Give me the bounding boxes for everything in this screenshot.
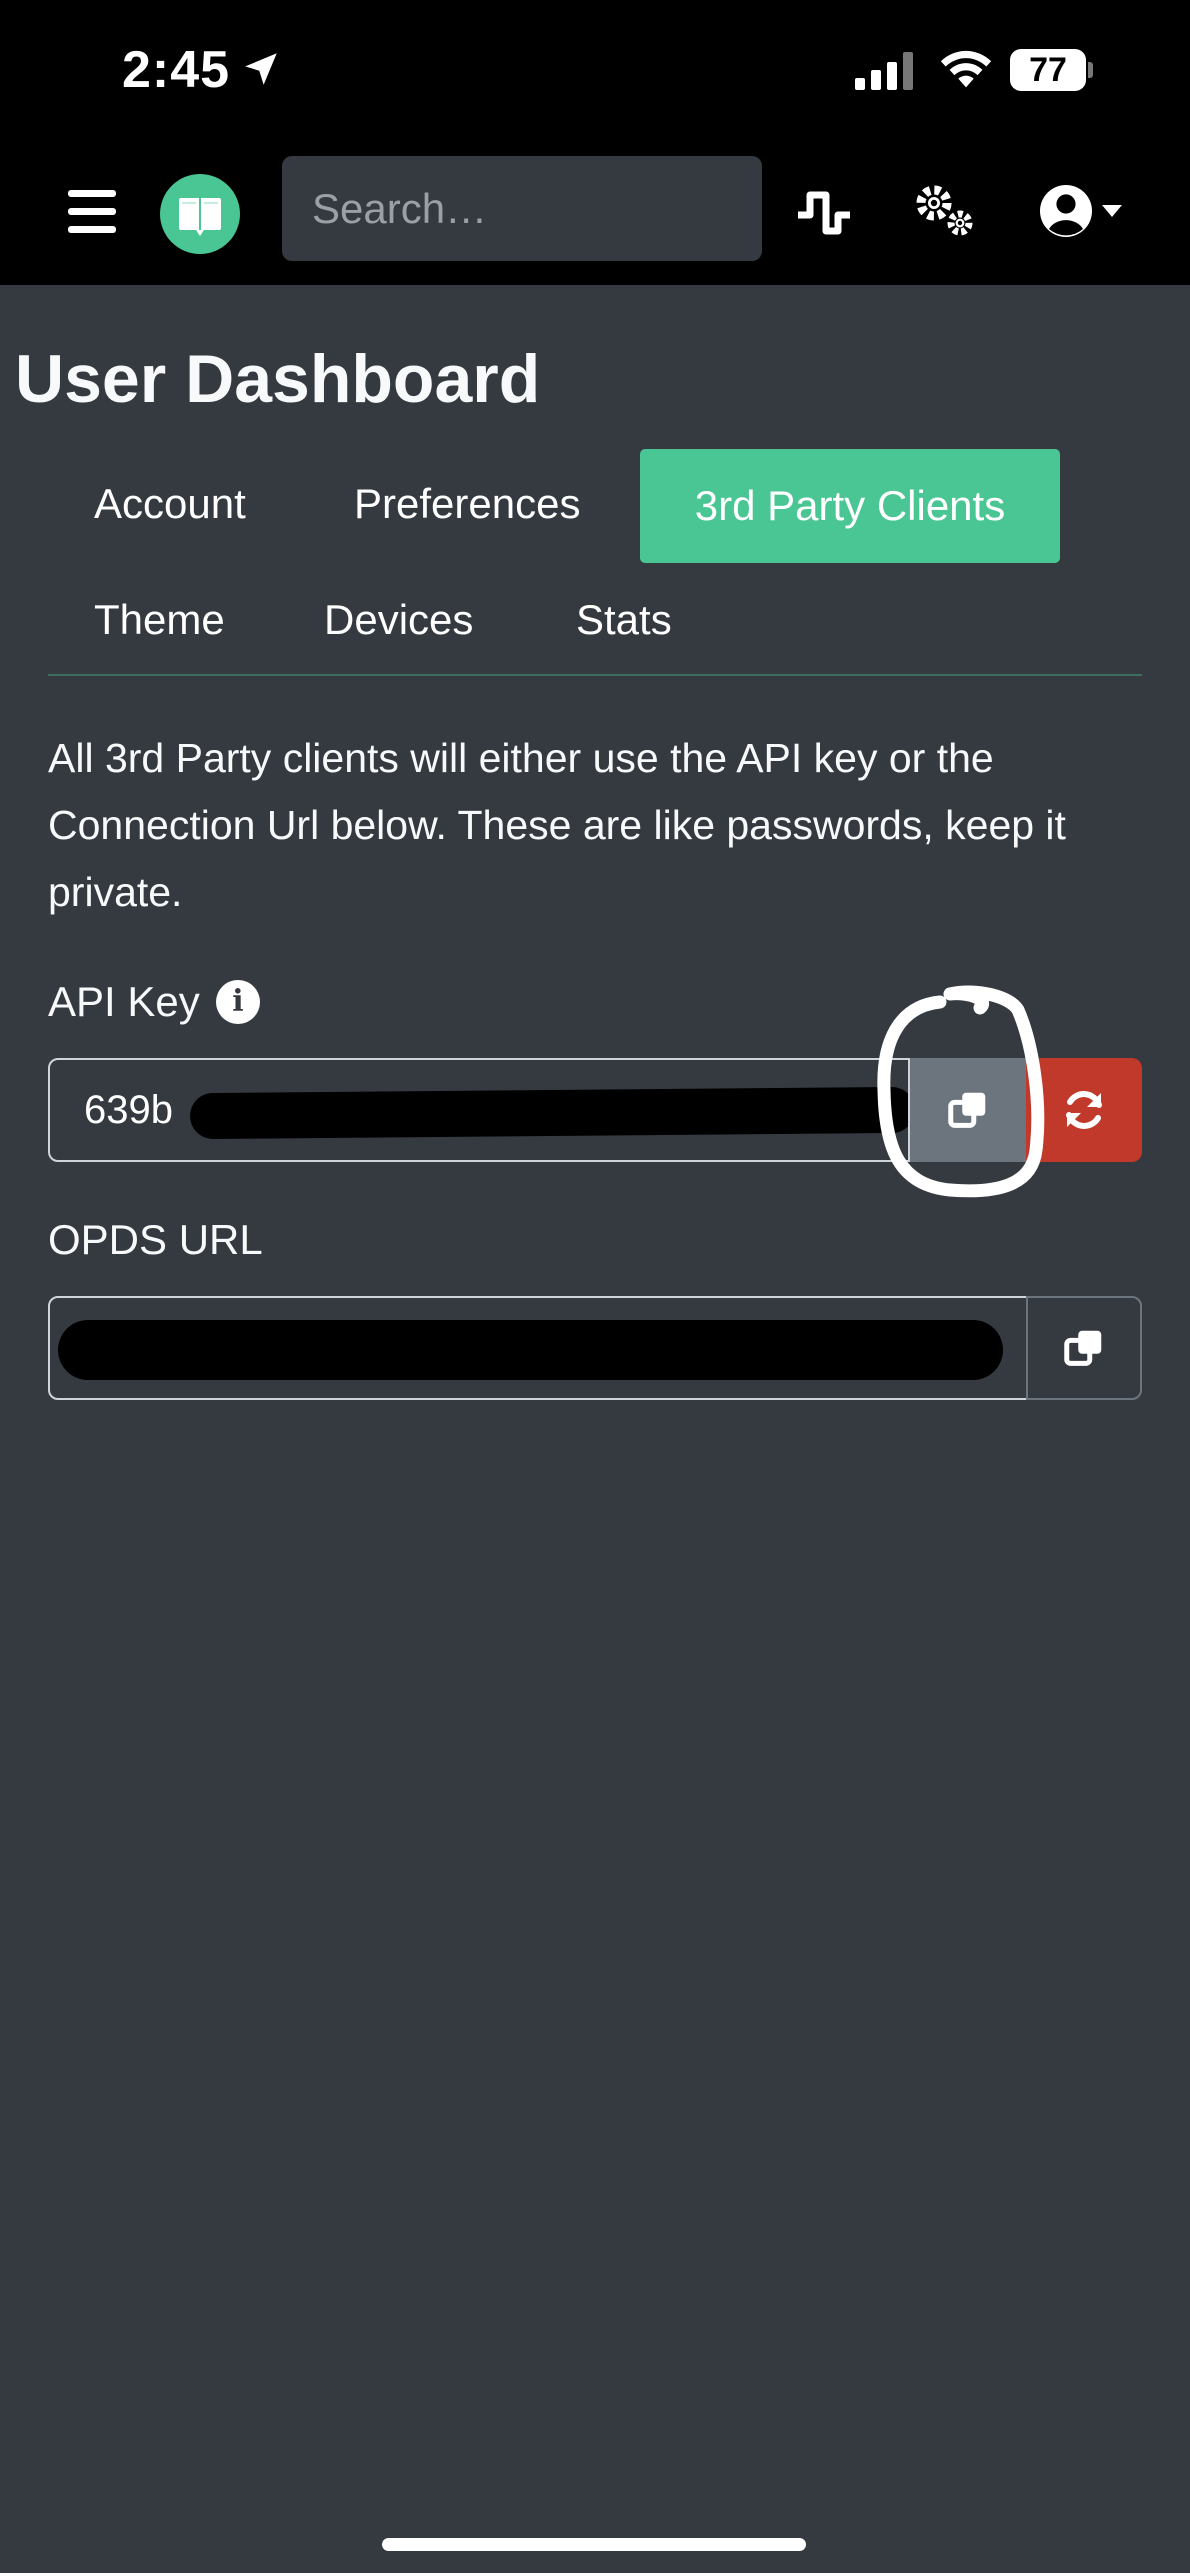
user-account-icon[interactable] xyxy=(1036,181,1126,241)
cellular-signal-icon xyxy=(855,52,913,90)
hamburger-menu-icon[interactable] xyxy=(68,190,116,234)
opds-url-copy-button[interactable] xyxy=(1026,1296,1142,1400)
battery-level: 77 xyxy=(1010,49,1086,91)
copy-icon xyxy=(948,1092,986,1128)
activity-pulse-icon[interactable] xyxy=(794,183,854,243)
tabs-divider xyxy=(48,674,1142,676)
status-time: 2:45 xyxy=(122,41,231,99)
opds-url-field[interactable] xyxy=(48,1296,1028,1400)
api-key-label: API Key xyxy=(48,978,200,1025)
api-key-regenerate-button[interactable] xyxy=(1026,1058,1142,1162)
tab-stats[interactable]: Stats xyxy=(576,596,672,644)
status-bar: 2:45 77 xyxy=(0,0,1190,145)
page-title: User Dashboard xyxy=(15,341,541,417)
copy-icon xyxy=(1064,1330,1102,1366)
opds-url-label: OPDS URL xyxy=(48,1216,263,1263)
info-icon[interactable]: i xyxy=(216,980,260,1024)
tab-3rd-party-clients[interactable]: 3rd Party Clients xyxy=(640,449,1060,563)
redaction-mark xyxy=(58,1320,1003,1380)
tab-theme[interactable]: Theme xyxy=(94,596,225,644)
top-navbar xyxy=(0,145,1190,285)
api-key-copy-button[interactable] xyxy=(910,1058,1026,1162)
battery-icon: 77 xyxy=(1010,49,1093,91)
description-text: All 3rd Party clients will either use th… xyxy=(48,735,1066,915)
search-input[interactable] xyxy=(282,156,762,261)
home-indicator[interactable] xyxy=(382,2538,806,2551)
sync-icon xyxy=(1066,1091,1102,1129)
api-key-value: 639b xyxy=(84,1088,173,1132)
book-logo-icon[interactable] xyxy=(160,174,240,254)
settings-gears-icon[interactable] xyxy=(912,181,978,241)
tab-account[interactable]: Account xyxy=(94,480,246,528)
redaction-mark xyxy=(189,1086,908,1140)
wifi-icon xyxy=(940,50,992,88)
location-arrow-icon xyxy=(245,53,277,85)
tab-preferences[interactable]: Preferences xyxy=(354,480,580,528)
tab-devices[interactable]: Devices xyxy=(324,596,473,644)
api-key-field[interactable]: 639b xyxy=(48,1058,910,1162)
